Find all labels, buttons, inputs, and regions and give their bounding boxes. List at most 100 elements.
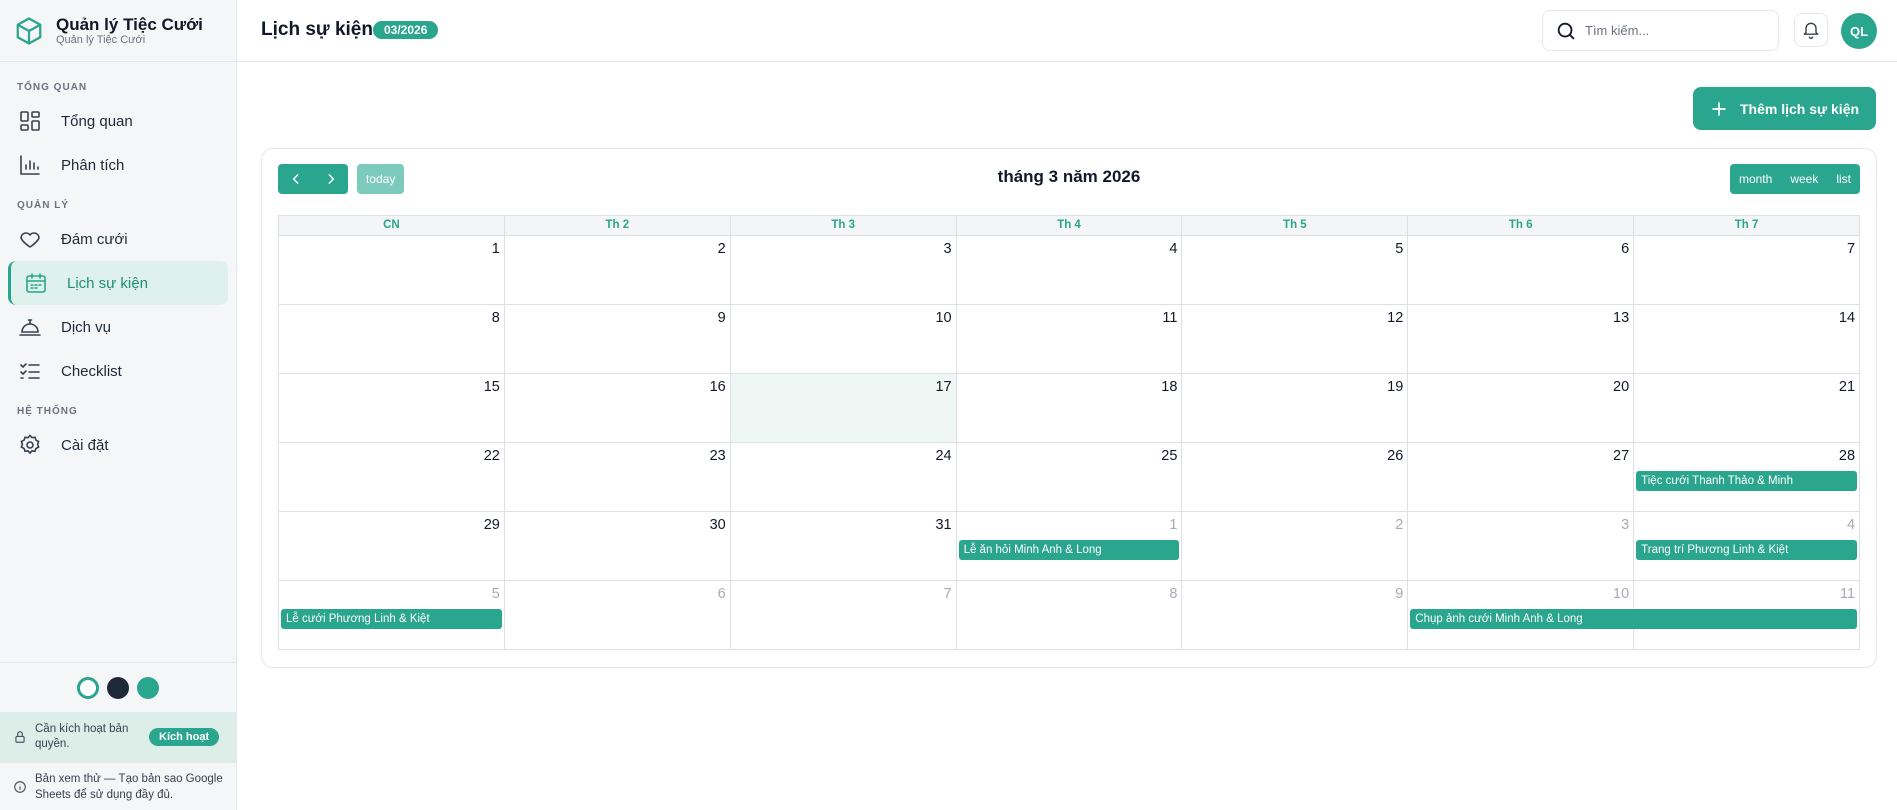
sidebar-item-services[interactable]: Dịch vụ [8,305,228,349]
day-number: 21 [1838,379,1856,395]
calendar-day[interactable]: 19 [1182,374,1409,443]
search-input[interactable] [1585,23,1765,38]
calendar-day[interactable]: 14 [1634,305,1861,374]
day-number: 2 [717,241,726,257]
sidebar-item-settings[interactable]: Cài đặt [8,423,228,467]
calendar-day[interactable]: 21 [1634,374,1861,443]
calendar-day[interactable]: 3 [730,236,957,305]
view-list-button[interactable]: list [1827,164,1860,194]
brand-title: Quản lý Tiệc Cưới [56,14,203,34]
day-number: 11 [1162,310,1178,326]
calendar-event[interactable]: Lễ cưới Phương Linh & Kiệt [281,609,502,629]
calendar-day[interactable]: 24 [730,443,957,512]
theme-teal-swatch[interactable] [137,676,159,699]
sidebar-item-weddings[interactable]: Đám cưới [8,217,228,261]
sidebar-item-overview[interactable]: Tổng quan [8,99,228,143]
calendar-day[interactable]: 20 [1408,374,1635,443]
theme-light-swatch[interactable] [77,676,99,699]
calendar-day[interactable]: 27 [1408,443,1635,512]
day-number: 25 [1161,448,1178,464]
calendar-event[interactable]: Tiệc cưới Thanh Thảo & Minh [1636,471,1857,491]
view-month-button[interactable]: month [1730,164,1781,194]
chevron-left-icon [292,174,298,184]
day-number: 17 [935,379,952,395]
gear-icon [20,434,40,455]
calendar-day[interactable]: 9 [1182,581,1409,650]
user-avatar[interactable]: QL [1841,13,1877,49]
notifications-button[interactable] [1794,13,1828,47]
calendar-day[interactable]: 5 [1182,236,1409,305]
add-event-button[interactable]: Thêm lịch sự kiện [1693,87,1876,130]
day-number: 6 [717,586,726,602]
day-number: 4 [1169,241,1178,257]
lock-icon [15,731,25,743]
next-month-button[interactable] [313,164,348,194]
top-header: Lịch sự kiện 03/2026 QL [237,0,1897,62]
bell-icon [1803,22,1819,39]
info-icon [14,780,26,793]
calendar-day[interactable]: 6 [504,581,731,650]
page-title: Lịch sự kiện [261,19,373,40]
calendar-day[interactable]: 30 [504,512,731,581]
sidebar-item-analytics[interactable]: Phân tích [8,143,228,187]
calendar-day[interactable]: 8 [279,305,505,374]
chevron-right-icon [328,174,334,184]
license-text: Cần kích hoạt bản quyền. [35,723,129,750]
calendar-week-row: 1 2 3 4 5 6 7 [279,236,1861,305]
calendar-day[interactable]: 22 [279,443,505,512]
calendar-week-row: 29 30 31 1 2 3 4 Lễ ăn hỏi Minh Anh & Long Trang… [279,512,1861,581]
calendar-day[interactable]: 8 [956,581,1183,650]
calendar-day[interactable]: 3 [1408,512,1635,581]
today-button[interactable]: today [357,164,405,194]
calendar-event[interactable]: Trang trí Phương Linh & Kiệt [1636,540,1857,560]
calendar-day[interactable]: 15 [279,374,505,443]
calendar-day[interactable]: 2 [504,236,731,305]
sidebar-item-event-calendar[interactable]: Lịch sự kiện [8,261,228,305]
calendar-day[interactable]: 11 [956,305,1183,374]
calendar-event[interactable]: Chụp ảnh cưới Minh Anh & Long [1410,609,1857,629]
calendar-day[interactable]: 16 [504,374,731,443]
day-number: 7 [943,586,952,602]
cube-logo-icon [16,16,42,45]
weekday-label: Th 6 [1408,216,1635,236]
plus-icon [1712,101,1726,116]
calendar-day[interactable]: 25 [956,443,1183,512]
calendar-day-today[interactable]: 17 [730,374,957,443]
search-box[interactable] [1542,10,1779,51]
calendar-event[interactable]: Lễ ăn hỏi Minh Anh & Long [958,540,1180,560]
calendar-day[interactable]: 26 [1182,443,1409,512]
calendar-day[interactable]: 6 [1408,236,1635,305]
calendar-day[interactable]: 10 [730,305,957,374]
sidebar-item-label: Cài đặt [61,436,109,454]
trial-notice: Bản xem thử — Tạo bản sao Google Sheets … [0,762,236,810]
calendar-day[interactable]: 2 [1182,512,1409,581]
heart-icon [20,232,40,248]
calendar-day[interactable]: 1 [279,236,505,305]
calendar-week-row: 8 9 10 11 12 13 14 [279,305,1861,374]
calendar-day[interactable]: 31 [730,512,957,581]
day-number: 20 [1613,379,1630,395]
weekday-label: Th 7 [1634,216,1861,236]
calendar-day[interactable]: 9 [504,305,731,374]
calendar-day[interactable]: 4 [956,236,1183,305]
calendar-day[interactable]: 29 [279,512,505,581]
calendar-day[interactable]: 23 [504,443,731,512]
prev-month-button[interactable] [278,164,313,194]
day-number: 15 [483,379,500,395]
calendar-day[interactable]: 18 [956,374,1183,443]
day-number: 19 [1387,379,1404,395]
brand[interactable]: Quản lý Tiệc Cưới Quản lý Tiệc Cưới [0,0,236,62]
view-week-button[interactable]: week [1781,164,1827,194]
sidebar-item-checklist[interactable]: Checklist [8,349,228,393]
nav-section-label: HỆ THỐNG [17,406,78,417]
activate-button[interactable]: Kích hoạt [149,728,220,746]
calendar-day[interactable]: 7 [730,581,957,650]
theme-dark-swatch[interactable] [107,676,129,699]
calendar-toolbar: tháng 3 năm 2026 today month week list [278,164,1860,194]
sidebar-nav: TỔNG QUAN Tổng quan Phân tích QUẢN LÝ Đá… [0,81,236,467]
day-number: 16 [709,379,726,395]
calendar-day[interactable]: 13 [1408,305,1635,374]
calendar-day[interactable]: 12 [1182,305,1409,374]
nav-section-label: TỔNG QUAN [17,82,88,93]
calendar-day[interactable]: 7 [1634,236,1861,305]
